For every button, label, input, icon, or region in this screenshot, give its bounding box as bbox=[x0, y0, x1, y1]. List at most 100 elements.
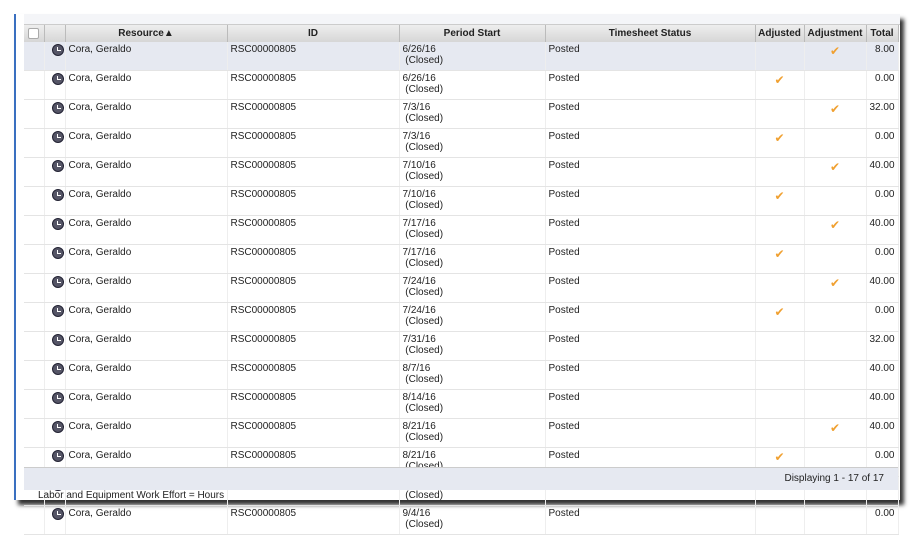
resource-cell[interactable]: Cora, Geraldo bbox=[65, 244, 228, 274]
row-select-cell[interactable] bbox=[24, 331, 45, 361]
resource-cell[interactable]: Cora, Geraldo bbox=[65, 128, 228, 158]
select-all-checkbox[interactable] bbox=[28, 27, 40, 39]
status-cell: Posted bbox=[545, 215, 756, 245]
timesheet-icon-cell[interactable] bbox=[44, 331, 66, 361]
total-cell: 0.00 bbox=[866, 186, 899, 216]
timesheet-icon-cell[interactable] bbox=[44, 215, 66, 245]
table-row[interactable]: Cora, Geraldo RSC00000805 8/14/16 (Closed)… bbox=[24, 389, 899, 419]
row-select-cell[interactable] bbox=[24, 99, 45, 129]
table-row[interactable]: Cora, Geraldo RSC00000805 6/26/16 (Closed)… bbox=[24, 70, 899, 100]
resource-cell[interactable]: Cora, Geraldo bbox=[65, 331, 228, 361]
clock-icon[interactable] bbox=[51, 44, 64, 56]
table-row[interactable]: Cora, Geraldo RSC00000805 8/7/16 (Closed) P… bbox=[24, 360, 899, 390]
row-select-cell[interactable] bbox=[24, 389, 45, 419]
column-header-total[interactable]: Total bbox=[866, 25, 899, 42]
resource-cell[interactable]: Cora, Geraldo bbox=[65, 273, 228, 303]
timesheet-icon-cell[interactable] bbox=[44, 389, 66, 419]
table-row[interactable]: Cora, GeraldoRSC000008058/21/16 (Closed)… bbox=[24, 418, 899, 448]
column-header-adjustment[interactable]: Adjustment bbox=[804, 25, 867, 42]
table-row[interactable]: Cora, Geraldo RSC00000805 7/17/16 (Closed)… bbox=[24, 215, 899, 245]
table-row[interactable]: Cora, Geraldo RSC00000805 7/24/16 (Closed)… bbox=[24, 302, 899, 332]
table-row[interactable]: Cora, Geraldo RSC00000805 6/26/16 (Closed)… bbox=[24, 42, 899, 71]
timesheet-icon-cell[interactable] bbox=[44, 128, 66, 158]
id-cell: RSC00000805 bbox=[227, 418, 400, 448]
timesheet-icon-cell[interactable] bbox=[44, 42, 66, 71]
timesheet-icon-cell[interactable] bbox=[44, 360, 66, 390]
row-select-cell[interactable] bbox=[24, 418, 45, 448]
clock-icon[interactable] bbox=[51, 334, 64, 346]
clock-icon[interactable] bbox=[51, 102, 64, 114]
table-row[interactable]: Cora, Geraldo RSC00000805 7/10/16 (Closed)… bbox=[24, 186, 899, 216]
row-select-cell[interactable] bbox=[24, 302, 45, 332]
column-header-adjusted[interactable]: Adjusted bbox=[755, 25, 805, 42]
clock-icon[interactable] bbox=[51, 131, 64, 143]
timesheet-icon-cell[interactable] bbox=[44, 505, 66, 535]
total-cell: 8.00 bbox=[866, 42, 899, 71]
timesheet-icon-cell[interactable] bbox=[44, 418, 66, 448]
clock-icon[interactable] bbox=[51, 276, 64, 288]
timesheet-icon-cell[interactable] bbox=[44, 157, 66, 187]
resource-cell[interactable]: Cora, Geraldo bbox=[65, 418, 228, 448]
row-select-cell[interactable] bbox=[24, 273, 45, 303]
period-start-cell: 7/10/16 (Closed) bbox=[399, 186, 546, 216]
table-row[interactable]: Cora, Geraldo RSC00000805 7/3/16 (Closed) P… bbox=[24, 128, 899, 158]
table-row[interactable]: Cora, Geraldo RSC00000805 7/3/16 (Closed) P… bbox=[24, 99, 899, 129]
period-date: 6/26/16 bbox=[402, 73, 436, 84]
row-select-cell[interactable] bbox=[24, 360, 45, 390]
row-select-cell[interactable] bbox=[24, 215, 45, 245]
resource-cell[interactable]: Cora, Geraldo bbox=[65, 389, 228, 419]
row-select-cell[interactable] bbox=[24, 505, 45, 535]
clock-icon[interactable] bbox=[51, 218, 64, 230]
timesheet-icon-cell[interactable] bbox=[44, 186, 66, 216]
clock-icon[interactable] bbox=[51, 363, 64, 375]
column-header-resource[interactable]: Resource▲ bbox=[65, 25, 228, 42]
clock-icon[interactable] bbox=[51, 421, 64, 433]
column-header-id[interactable]: ID bbox=[227, 25, 400, 42]
clock-icon[interactable] bbox=[51, 73, 64, 85]
period-start-cell: 7/24/16 (Closed) bbox=[399, 273, 546, 303]
timesheet-icon-cell[interactable] bbox=[44, 273, 66, 303]
clock-icon[interactable] bbox=[51, 392, 64, 404]
clock-icon[interactable] bbox=[51, 508, 64, 520]
resource-cell[interactable]: Cora, Geraldo bbox=[65, 70, 228, 100]
table-row[interactable]: Cora, Geraldo RSC00000805 7/31/16 (Closed)… bbox=[24, 331, 899, 361]
adjusted-cell: ✔ bbox=[755, 302, 805, 332]
resource-cell[interactable]: Cora, Geraldo bbox=[65, 505, 228, 535]
resource-cell[interactable]: Cora, Geraldo bbox=[65, 186, 228, 216]
resource-cell[interactable]: Cora, Geraldo bbox=[65, 302, 228, 332]
table-row[interactable]: Cora, Geraldo RSC00000805 7/17/16 (Closed)… bbox=[24, 244, 899, 274]
total-cell: 40.00 bbox=[866, 215, 899, 245]
select-all-header[interactable] bbox=[24, 25, 45, 42]
row-select-cell[interactable] bbox=[24, 128, 45, 158]
period-state: (Closed) bbox=[405, 490, 444, 501]
row-select-cell[interactable] bbox=[24, 42, 45, 71]
clock-icon[interactable] bbox=[51, 160, 64, 172]
column-header-timesheet-status[interactable]: Timesheet Status bbox=[545, 25, 756, 42]
row-select-cell[interactable] bbox=[24, 70, 45, 100]
timesheet-icon-cell[interactable] bbox=[44, 302, 66, 332]
resource-cell[interactable]: Cora, Geraldo bbox=[65, 360, 228, 390]
resource-cell[interactable]: Cora, Geraldo bbox=[65, 215, 228, 245]
table-row[interactable]: Cora, Geraldo RSC00000805 7/24/16 (Closed)… bbox=[24, 273, 899, 303]
clock-icon[interactable] bbox=[51, 247, 64, 259]
table-row[interactable]: Cora, Geraldo RSC00000805 9/4/16 (Closed) P… bbox=[24, 505, 899, 535]
adjusted-cell bbox=[755, 273, 805, 303]
resource-cell[interactable]: Cora, Geraldo bbox=[65, 42, 228, 71]
row-select-cell[interactable] bbox=[24, 157, 45, 187]
row-select-cell[interactable] bbox=[24, 244, 45, 274]
table-row[interactable]: Cora, Geraldo RSC00000805 7/10/16 (Closed)… bbox=[24, 157, 899, 187]
clock-icon[interactable] bbox=[51, 450, 64, 462]
period-date: 6/26/16 bbox=[402, 44, 436, 55]
column-header-period-start[interactable]: Period Start bbox=[399, 25, 546, 42]
period-state: (Closed) bbox=[405, 519, 444, 530]
timesheet-icon-cell[interactable] bbox=[44, 70, 66, 100]
adjustment-cell: ✔ bbox=[804, 215, 867, 245]
timesheet-icon-cell[interactable] bbox=[44, 244, 66, 274]
check-icon: ✔ bbox=[829, 44, 841, 58]
resource-cell[interactable]: Cora, Geraldo bbox=[65, 99, 228, 129]
timesheet-icon-cell[interactable] bbox=[44, 99, 66, 129]
resource-cell[interactable]: Cora, Geraldo bbox=[65, 157, 228, 187]
clock-icon[interactable] bbox=[51, 189, 64, 201]
row-select-cell[interactable] bbox=[24, 186, 45, 216]
clock-icon[interactable] bbox=[51, 305, 64, 317]
